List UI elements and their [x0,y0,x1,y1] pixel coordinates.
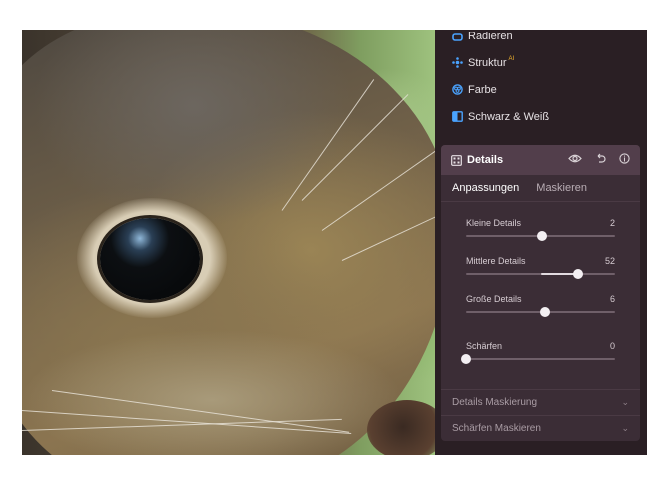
structure-icon [452,57,463,68]
slider-kleine-details[interactable]: Kleine Details 2 [441,208,640,246]
details-icon [451,154,462,166]
undo-icon[interactable] [595,153,606,167]
tab-anpassungen[interactable]: Anpassungen [452,182,519,194]
tab-maskieren[interactable]: Maskieren [536,182,587,194]
tool-label: Struktur [468,56,507,69]
slider-thumb[interactable] [539,307,550,317]
slider-value: 2 [609,218,615,228]
eraser-icon [452,32,463,42]
slider-label: Mittlere Details [466,256,526,266]
ai-badge: AI [508,55,515,62]
slider-value: 52 [604,256,615,266]
slider-schaerfen[interactable]: Schärfen 0 [441,331,640,369]
details-header[interactable]: Details [441,145,640,175]
tool-item-farbe[interactable]: Farbe [435,76,647,103]
color-icon [452,84,463,95]
details-title: Details [467,154,504,166]
section-label: Schärfen Maskieren [452,423,541,434]
tool-item-radieren[interactable]: Radieren [435,32,647,42]
slider-mittlere-details[interactable]: Mittlere Details 52 [441,246,640,284]
slider-label: Große Details [466,294,522,304]
section-details-maskierung[interactable]: Details Maskierung ⌄ [441,389,640,415]
slider-list: Kleine Details 2 Mittlere Details 52 Gro… [441,202,640,369]
black-white-icon [452,111,463,122]
squirrel-eye [100,218,200,300]
slider-value: 6 [609,294,615,304]
slider-thumb[interactable] [536,231,547,241]
slider-value: 0 [609,341,615,351]
eye-icon[interactable] [568,153,582,167]
squirrel-nose [367,400,435,455]
slider-thumb[interactable] [461,354,471,364]
tool-label: Schwarz & Weiß [468,110,550,123]
squirrel-cheek [22,330,402,455]
details-card: Details Anpassungen Maskieren Kleine Det… [441,145,640,441]
tool-item-struktur[interactable]: Struktur AI [435,49,647,76]
tool-label: Radieren [468,32,513,42]
slider-grosse-details[interactable]: Große Details 6 [441,284,640,322]
tool-label: Farbe [468,83,497,96]
section-schaerfen-maskieren[interactable]: Schärfen Maskieren ⌄ [441,415,640,441]
photo-canvas[interactable] [22,30,435,455]
details-tabs: Anpassungen Maskieren [441,175,640,202]
chevron-down-icon: ⌄ [621,397,629,407]
slider-label: Schärfen [466,341,503,351]
slider-track[interactable] [466,358,615,360]
slider-thumb[interactable] [572,269,583,279]
info-icon[interactable] [619,153,630,167]
slider-label: Kleine Details [466,218,522,228]
section-label: Details Maskierung [452,397,538,408]
tool-item-schwarz-weiss[interactable]: Schwarz & Weiß [435,103,647,130]
adjustments-panel: Radieren Struktur AI Farbe Schwarz & Wei… [435,30,647,455]
chevron-down-icon: ⌄ [621,423,629,433]
